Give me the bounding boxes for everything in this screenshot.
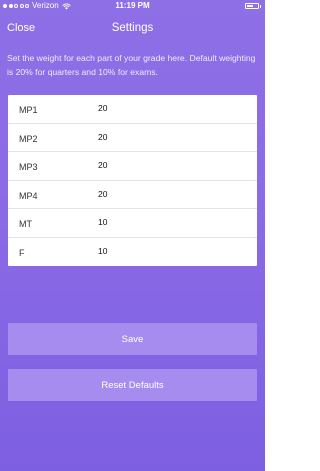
grade-label: MP2	[19, 133, 38, 144]
grade-row-mp4: MP4	[8, 181, 257, 209]
grade-weight-input[interactable]	[98, 186, 238, 201]
grade-label: MP1	[19, 105, 38, 115]
reset-defaults-button[interactable]: Reset Defaults	[8, 369, 257, 401]
grade-row-f: F	[8, 238, 257, 267]
save-button[interactable]: Save	[8, 323, 257, 355]
grade-weight-input[interactable]	[98, 129, 238, 144]
grade-row-mp2: MP2	[8, 124, 257, 152]
grade-row-mp1: MP1	[8, 95, 257, 124]
settings-screen: Verizon 11:19 PM Close Settings Set the …	[0, 0, 265, 471]
grade-label: MP3	[19, 162, 38, 172]
grade-weight-input[interactable]	[98, 215, 238, 229]
page-title: Settings	[111, 22, 154, 34]
grade-row-mt: MT	[8, 209, 257, 238]
grade-weight-input[interactable]	[98, 158, 238, 172]
weighting-description: Set the weight for each part of your gra…	[7, 53, 256, 77]
grade-label: MP4	[19, 190, 38, 201]
grade-weight-list: MP1 MP2 MP3 MP4 MT F	[8, 95, 257, 266]
status-bar: Verizon 11:19 PM	[0, 0, 265, 12]
battery-icon	[245, 3, 261, 9]
nav-bar: Close Settings	[0, 17, 265, 43]
grade-label: MT	[19, 219, 32, 229]
grade-row-mp3: MP3	[8, 152, 257, 181]
grade-weight-input[interactable]	[98, 243, 238, 258]
status-time: 11:19 PM	[115, 1, 150, 10]
battery-level	[247, 5, 253, 7]
grade-label: F	[19, 247, 25, 258]
grade-weight-input[interactable]	[98, 101, 238, 115]
